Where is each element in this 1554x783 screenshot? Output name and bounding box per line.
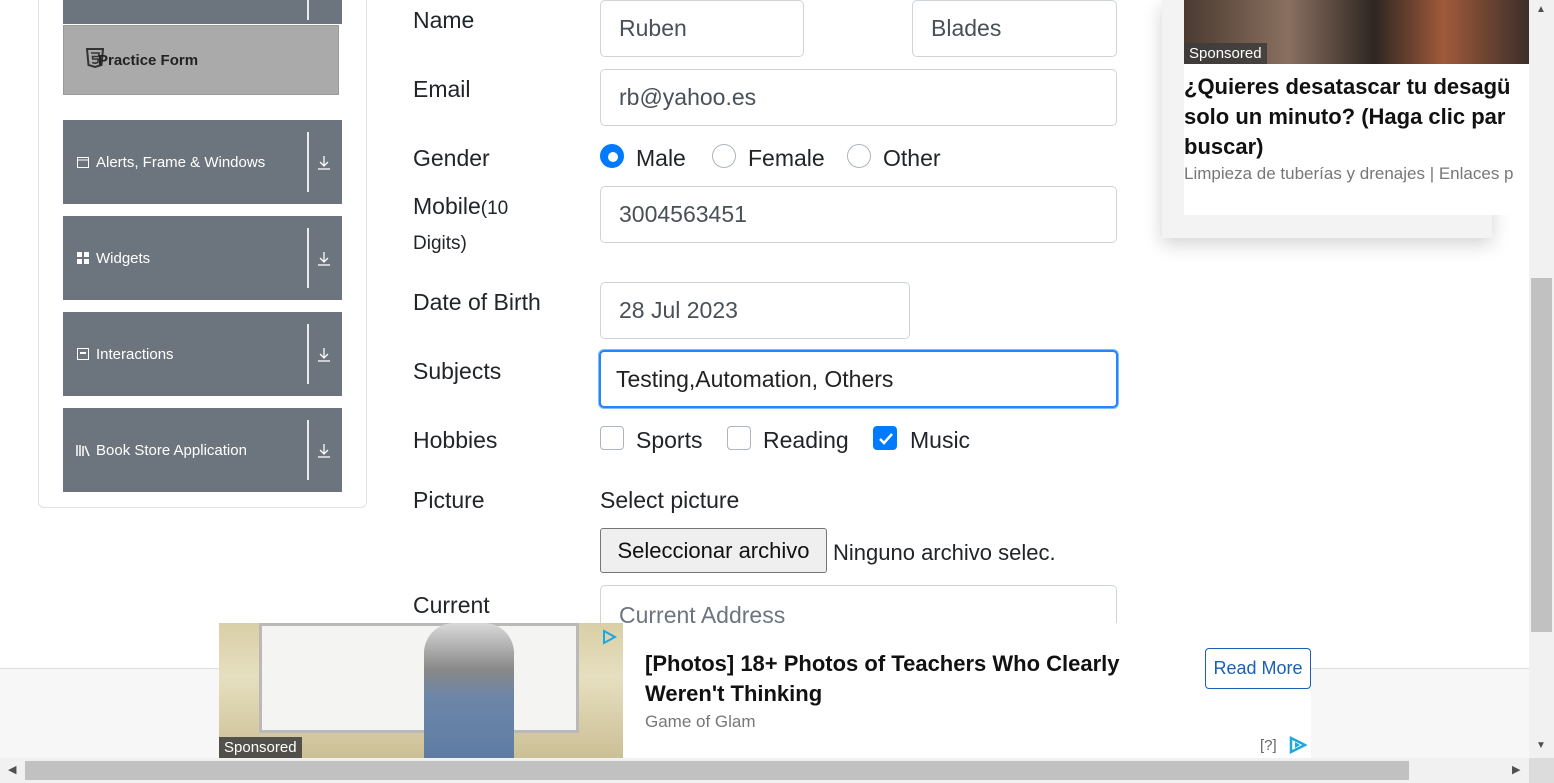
hobbies-label: Hobbies — [413, 427, 498, 453]
ad-bottom-title[interactable]: [Photos] 18+ Photos of Teachers Who Clea… — [645, 649, 1195, 709]
sidebar-group-label: Interactions — [96, 345, 174, 363]
last-name-input[interactable]: Blades — [912, 0, 1117, 57]
gender-female-radio[interactable] — [712, 144, 736, 168]
vertical-scroll-thumb[interactable] — [1531, 278, 1552, 632]
sidebar-group-widgets[interactable]: Widgets — [63, 216, 342, 300]
sidebar-group-alerts[interactable]: Alerts, Frame & Windows — [63, 120, 342, 204]
hobby-music-checkbox[interactable] — [873, 426, 897, 450]
sponsored-badge: Sponsored — [219, 737, 302, 758]
scroll-down-arrow-icon[interactable]: ▼ — [1536, 740, 1546, 751]
file-status: Ninguno archivo selec. — [833, 540, 1056, 565]
interactions-icon — [76, 347, 90, 361]
dob-label: Date of Birth — [413, 289, 541, 315]
subjects-label: Subjects — [413, 358, 502, 384]
current-address-label: Current — [413, 592, 490, 618]
adchoices-icon[interactable] — [601, 629, 617, 645]
hobby-sports-label[interactable]: Sports — [636, 427, 702, 454]
scroll-up-arrow-icon[interactable]: ▲ — [1536, 4, 1546, 15]
sidebar-group-book-store[interactable]: Book Store Application — [63, 408, 342, 492]
select-picture-label: Select picture — [600, 487, 740, 513]
scroll-left-arrow-icon[interactable]: ◀ — [8, 763, 16, 776]
picture-label: Picture — [413, 487, 485, 513]
ad-bottom-source[interactable]: Game of Glam — [645, 712, 756, 732]
gender-male-label[interactable]: Male — [636, 145, 686, 172]
read-more-button[interactable]: Read More — [1205, 648, 1311, 689]
mobile-label: Mobile(10 — [413, 193, 509, 219]
sidebar-group-interactions[interactable]: Interactions — [63, 312, 342, 396]
hobby-reading-checkbox[interactable] — [727, 426, 751, 450]
hobby-music-label[interactable]: Music — [910, 427, 970, 454]
ad-bottom[interactable]: Sponsored [Photos] 18+ Photos of Teacher… — [219, 623, 1311, 758]
gender-label: Gender — [413, 145, 490, 171]
gender-other-label[interactable]: Other — [883, 145, 941, 172]
ad-top-image[interactable]: Sponsored — [1184, 0, 1530, 64]
adchoices-icon[interactable] — [1287, 736, 1307, 754]
gender-male-radio[interactable] — [600, 144, 624, 168]
mobile-hint: Digits) — [413, 233, 467, 254]
hobby-reading-label[interactable]: Reading — [763, 427, 849, 454]
scrollbar-corner — [1529, 758, 1554, 783]
ad-bottom-image[interactable]: Sponsored — [219, 623, 623, 758]
sidebar-item-practice-form[interactable]: Practice Form — [63, 25, 339, 95]
email-input[interactable]: rb@yahoo.es — [600, 69, 1117, 126]
email-label: Email — [413, 76, 471, 102]
widgets-icon — [76, 251, 90, 265]
download-icon — [318, 156, 330, 170]
download-icon — [318, 444, 330, 458]
horizontal-scrollbar[interactable]: ◀ ▶ — [0, 758, 1529, 783]
sidebar-item-label: Practice Form — [98, 51, 199, 69]
ad-top[interactable]: Sponsored ¿Quieres desatascar tu desagü … — [1162, 0, 1530, 238]
book-icon — [76, 443, 90, 457]
download-icon — [318, 252, 330, 266]
sponsored-badge: Sponsored — [1184, 43, 1267, 64]
scroll-right-arrow-icon[interactable]: ▶ — [1512, 763, 1520, 776]
dob-input[interactable]: 28 Jul 2023 — [600, 282, 910, 339]
ad-info-link[interactable]: [?] — [1260, 737, 1277, 754]
sidebar-group-forms[interactable] — [63, 0, 342, 24]
sidebar-group-label: Alerts, Frame & Windows — [96, 153, 266, 171]
window-icon — [76, 155, 90, 169]
subjects-input[interactable]: Testing,Automation, Others — [599, 350, 1118, 408]
name-label: Name — [413, 7, 475, 33]
check-icon — [879, 433, 893, 445]
horizontal-scroll-thumb[interactable] — [25, 761, 1409, 780]
sidebar-group-label: Widgets — [96, 249, 151, 267]
first-name-input[interactable]: Ruben — [600, 0, 804, 57]
download-icon — [318, 348, 330, 362]
gender-female-label[interactable]: Female — [748, 145, 825, 172]
mobile-input[interactable]: 3004563451 — [600, 186, 1117, 243]
ad-top-source[interactable]: Limpieza de tuberías y drenajes | Enlace… — [1184, 164, 1514, 184]
sidebar-group-label: Book Store Application — [96, 441, 247, 459]
choose-file-button[interactable]: Seleccionar archivo — [600, 528, 827, 573]
hobby-sports-checkbox[interactable] — [600, 426, 624, 450]
vertical-scrollbar[interactable]: ▲ ▼ — [1529, 0, 1554, 758]
gender-other-radio[interactable] — [847, 144, 871, 168]
ad-top-title[interactable]: ¿Quieres desatascar tu desagü solo un mi… — [1184, 72, 1530, 162]
